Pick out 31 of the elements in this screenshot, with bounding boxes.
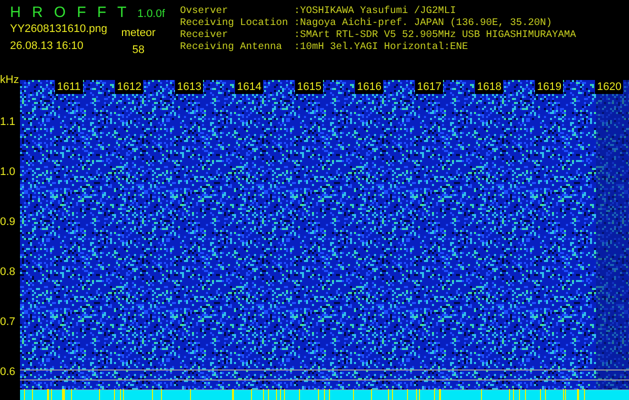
info-value: :SMArt RTL-SDR V5 52.905MHz USB HIGASHIMURAYAMA <box>294 30 576 42</box>
axis-label: 1614 <box>235 80 264 94</box>
count-value: 58 <box>132 43 145 58</box>
info-value: :YOSHIKAWA Yasufumi /JG2MLI <box>294 6 456 18</box>
axis-unit-label: kHz <box>0 74 19 86</box>
app-logo: H R O F F T <box>10 4 128 21</box>
axis-label: 1619 <box>535 80 564 94</box>
axis-label: 0.7 <box>0 316 16 328</box>
info-label: Receiving Location <box>180 18 290 30</box>
axis-label: 1616 <box>355 80 384 94</box>
version-label: 1.0.0f <box>137 8 165 20</box>
axis-label: 1.1 <box>0 116 16 128</box>
datetime-label: 26.08.13 16:10 <box>10 39 84 54</box>
info-label: Receiving Antenna <box>180 42 284 54</box>
axis-label: 1612 <box>115 80 144 94</box>
info-value: :Nagoya Aichi-pref. JAPAN (136.90E, 35.20N) <box>294 18 552 30</box>
info-label: Ovserver <box>180 6 230 18</box>
axis-label: 1620 <box>595 80 624 94</box>
axis-label: 1613 <box>175 80 204 94</box>
axis-label: 1.0 <box>0 166 16 178</box>
axis-label: 1615 <box>295 80 324 94</box>
info-value: :10mH 3el.YAGI Horizontal:ENE <box>294 42 468 54</box>
axis-label: 0.9 <box>0 216 16 228</box>
axis-label: 0.8 <box>0 266 16 278</box>
axis-label: 1611 <box>55 80 83 94</box>
count-label: meteor <box>121 26 156 41</box>
info-label: Receiver <box>180 30 230 42</box>
axis-label: 1618 <box>475 80 504 94</box>
axis-label: 1617 <box>415 80 444 94</box>
axis-label: 0.6 <box>0 366 16 378</box>
filename-label: YY2608131610.png <box>10 22 108 37</box>
